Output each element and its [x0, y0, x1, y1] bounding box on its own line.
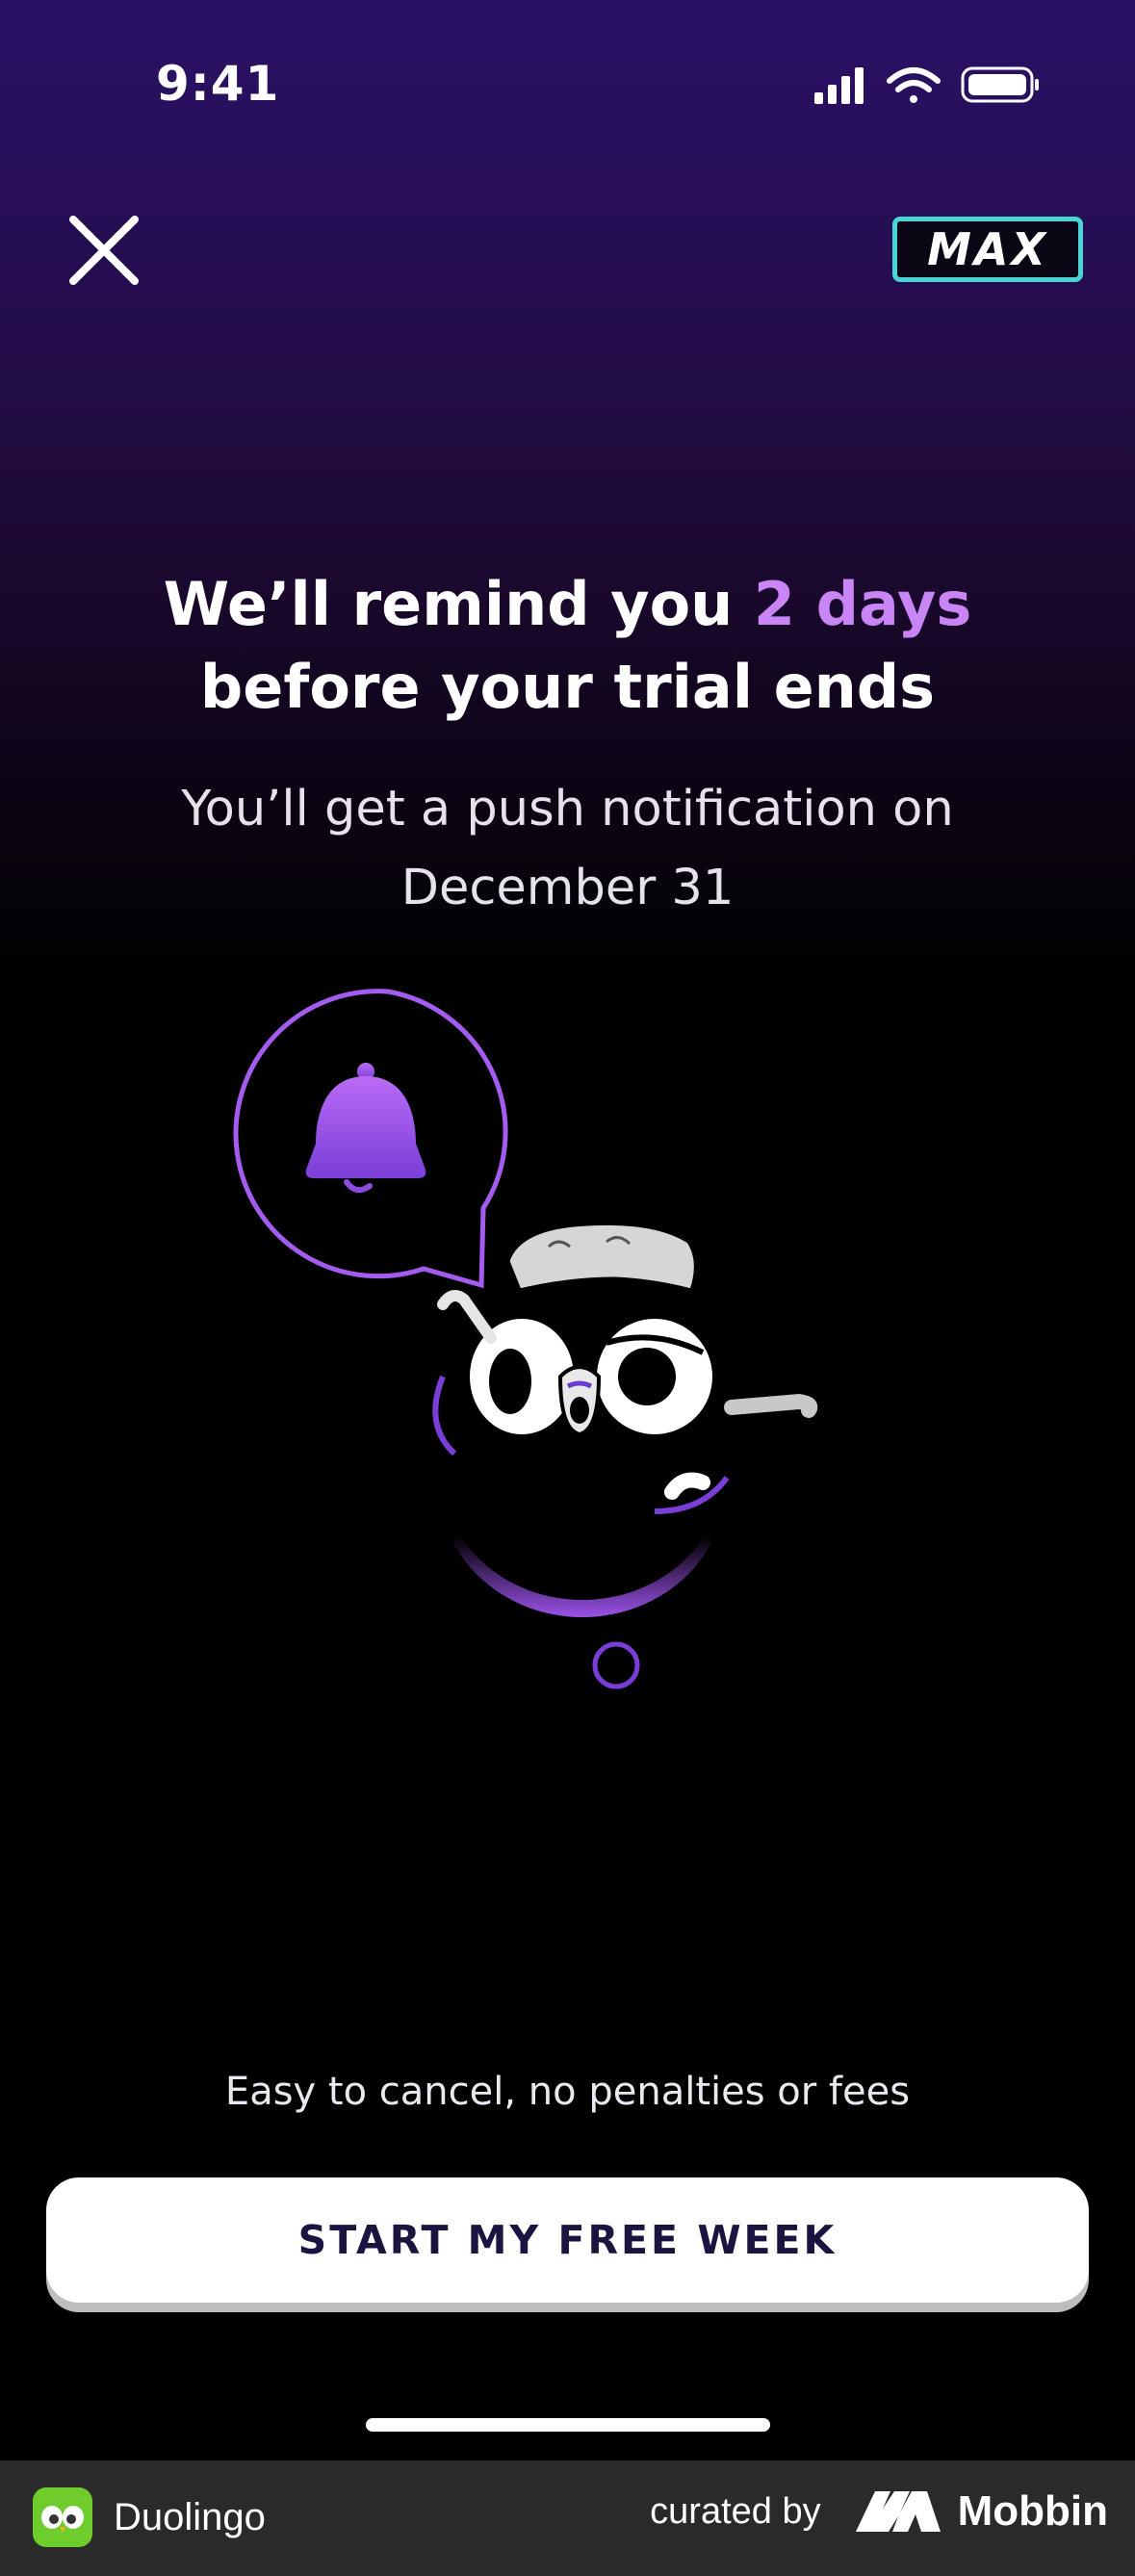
close-icon[interactable]: [67, 214, 141, 287]
paywall-screen: 9:41 MAX We’ll remind you 2 days before …: [0, 0, 1135, 2460]
signal-icon: [814, 67, 864, 104]
mobbin-brand: Mobbin: [957, 2487, 1108, 2535]
footer-bar: Duolingo curated by Mobbin: [0, 2460, 1135, 2576]
battery-icon: [961, 66, 1039, 103]
duolingo-logo-icon: [33, 2487, 92, 2547]
mobbin-logo-icon: [855, 2491, 941, 2532]
headline-part2: before your trial ends: [199, 652, 936, 722]
status-time: 9:41: [156, 56, 280, 112]
start-free-week-label: START MY FREE WEEK: [297, 2217, 838, 2263]
wifi-icon: [887, 67, 941, 103]
footer-credit: curated by Mobbin: [650, 2487, 1108, 2536]
headline: We’ll remind you 2 days before your tria…: [58, 563, 1077, 729]
home-indicator[interactable]: [366, 2418, 770, 2432]
cancel-note: Easy to cancel, no penalties or fees: [224, 2070, 911, 2114]
notification-subtext: You’ll get a push notification on Decemb…: [181, 781, 954, 916]
footer-app: Duolingo: [33, 2487, 266, 2547]
curated-by-label: curated by: [650, 2490, 821, 2532]
status-icons: [814, 66, 1039, 104]
max-badge-label: MAX: [927, 223, 1048, 275]
owl-character: [432, 1222, 818, 1689]
max-badge: MAX: [892, 217, 1083, 282]
headline-highlight: 2 days: [753, 569, 972, 639]
reminder-illustration: [233, 989, 818, 1689]
footer-app-name: Duolingo: [114, 2495, 266, 2538]
bell-icon: [305, 1063, 426, 1194]
start-free-week-button[interactable]: START MY FREE WEEK: [46, 2177, 1089, 2303]
headline-part1: We’ll remind you: [163, 569, 754, 639]
